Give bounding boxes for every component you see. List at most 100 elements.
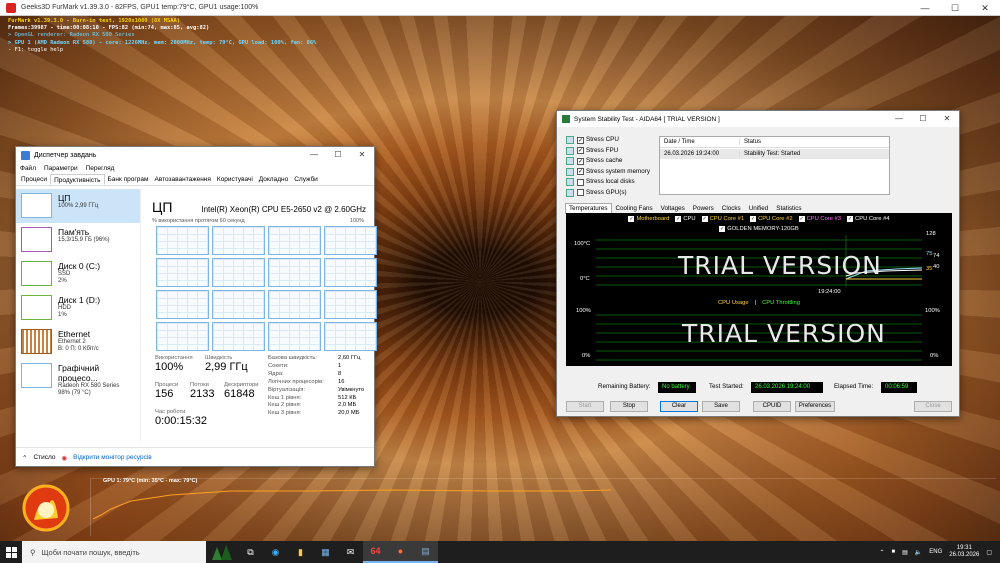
resource-memory[interactable]: Пам'ять 15,3/15,9 ГБ (96%) <box>16 223 140 257</box>
chevron-up-icon[interactable]: ⌃ <box>22 454 27 462</box>
core-graph <box>324 226 377 255</box>
trees-widget-icon[interactable] <box>206 541 238 563</box>
furmark-taskbar-icon[interactable]: ● <box>388 541 413 563</box>
tab-startup[interactable]: Автозавантаження <box>151 174 213 185</box>
resource-sub: 100% 2,99 ГГц <box>58 203 99 209</box>
stress-fpu-checkbox[interactable]: ✓ <box>577 147 584 155</box>
start-button[interactable]: Start <box>566 401 604 412</box>
battery-label: Remaining Battery: <box>598 383 651 390</box>
maximize-button[interactable]: ☐ <box>326 147 350 163</box>
close-button[interactable]: ✕ <box>350 147 374 163</box>
resource-ethernet[interactable]: Ethernet Ethernet 2 В: 0 П: 0 Кбіт/с <box>16 325 140 359</box>
minimize-button[interactable]: — <box>302 147 326 163</box>
minimize-button[interactable]: — <box>887 111 911 127</box>
menu-file[interactable]: Файл <box>20 165 36 172</box>
task-view-icon[interactable]: ⧉ <box>238 541 263 563</box>
notification-icon[interactable]: ▢ <box>986 549 992 556</box>
close-button[interactable]: ✕ <box>970 0 1000 16</box>
core-graph <box>156 290 209 319</box>
menu-options[interactable]: Параметри <box>44 165 78 172</box>
tab-performance[interactable]: Продуктивність <box>50 174 105 185</box>
store-icon[interactable]: ▦ <box>313 541 338 563</box>
prop-key: Кеш 3 рівня: <box>268 410 302 417</box>
tm-resource-list: ЦП 100% 2,99 ГГц Пам'ять 15,3/15,9 ГБ (96%… <box>16 189 141 441</box>
resource-name: Диск 0 (C:) <box>58 261 101 271</box>
right-75-label: 75 <box>926 251 933 257</box>
minimize-button[interactable]: — <box>910 0 940 16</box>
furmark-temp-graph: GPU 1: 79°C (min: 35°C - max: 79°C) <box>90 478 996 536</box>
close-dialog-button[interactable]: Close <box>914 401 952 412</box>
stat-speed: 2,99 ГГц <box>205 361 248 373</box>
preferences-button[interactable]: Preferences <box>795 401 835 412</box>
maximize-button[interactable]: ☐ <box>911 111 935 127</box>
maximize-button[interactable]: ☐ <box>940 0 970 16</box>
network-icon[interactable]: ▤ <box>902 549 908 556</box>
aida64-taskbar-icon[interactable]: 64 <box>363 541 388 563</box>
task-manager-window: Диспетчер завдань — ☐ ✕ Файл Параметри П… <box>15 146 377 467</box>
taskbar: ⚲ Щоби почати пошук, введіть ⧉ ◉ ▮ ▦ ✉ 6… <box>0 541 1000 563</box>
edge-icon[interactable]: ◉ <box>263 541 288 563</box>
resource-sub: HDD <box>58 305 71 311</box>
cpu-usage-chart: CPU Usage | CPU Throttling TRIAL VERSION… <box>566 297 952 366</box>
stress-gpu-checkbox[interactable] <box>577 189 584 197</box>
amd-icon[interactable]: ■ <box>892 549 896 555</box>
stress-memory-checkbox[interactable]: ✓ <box>577 168 584 176</box>
overlay-line: - F1: toggle help <box>8 46 64 53</box>
start-button[interactable] <box>0 541 22 563</box>
stop-button[interactable]: Stop <box>610 401 648 412</box>
resource-cpu[interactable]: ЦП 100% 2,99 ГГц <box>16 189 140 223</box>
menu-view[interactable]: Перегляд <box>86 165 115 172</box>
volume-icon[interactable]: 🔈 <box>915 549 922 556</box>
fpu-icon <box>566 146 574 155</box>
y-max-label: 100°C <box>574 241 591 247</box>
tab-app-history[interactable]: Банк програм <box>105 174 152 185</box>
right-74-label: 74 <box>933 253 940 259</box>
open-resource-monitor-link[interactable]: Відкрити монітор ресурсів <box>73 454 152 461</box>
clear-button[interactable]: Clear <box>660 401 698 412</box>
cell-status: Stability Test: Started <box>744 151 801 157</box>
resource-sub: 2% <box>58 278 67 284</box>
clock[interactable]: 19:31 26.03.2026 <box>949 545 979 559</box>
clock-time: 19:31 <box>956 545 972 551</box>
resource-gpu[interactable]: Графічний процесо... Radeon RX 580 Series… <box>16 359 140 396</box>
table-row[interactable]: 26.03.2026 19:24:00 Stability Test: Start… <box>660 149 889 159</box>
col-header-status: Status <box>744 139 762 145</box>
save-button[interactable]: Save <box>702 401 740 412</box>
aida-titlebar[interactable]: System Stability Test - AIDA64 [ TRIAL V… <box>557 111 959 127</box>
cache-icon <box>566 157 574 166</box>
file-explorer-icon[interactable]: ▮ <box>288 541 313 563</box>
resource-disk0[interactable]: Диск 0 (C:) SSD 2% <box>16 257 140 291</box>
taskmgr-icon <box>21 150 30 160</box>
core-graph <box>212 322 265 351</box>
tab-details[interactable]: Докладно <box>256 174 291 185</box>
disk-thumbnail <box>21 261 52 286</box>
resource-sub: SSD <box>58 271 71 277</box>
language-indicator[interactable]: ENG <box>929 549 942 555</box>
aida-title: System Stability Test - AIDA64 [ TRIAL V… <box>574 115 720 123</box>
stat-threads: 2133 <box>190 388 215 400</box>
stress-cpu-checkbox[interactable]: ✓ <box>577 136 584 144</box>
chevron-up-icon[interactable]: ⌃ <box>879 549 884 556</box>
tab-services[interactable]: Служби <box>291 174 321 185</box>
stress-disks-checkbox[interactable] <box>577 178 584 186</box>
resource-sub: 98% (79 °C) <box>58 390 91 396</box>
fewer-details-button[interactable]: Стисло <box>33 454 55 461</box>
windows-icon <box>5 546 17 558</box>
close-button[interactable]: ✕ <box>935 111 959 127</box>
core-graph <box>212 226 265 255</box>
stress-cache-checkbox[interactable]: ✓ <box>577 157 584 165</box>
tm-titlebar[interactable]: Диспетчер завдань — ☐ ✕ <box>16 147 374 163</box>
core-graph <box>324 290 377 319</box>
cpuid-button[interactable]: CPUID <box>753 401 791 412</box>
furmark-titlebar[interactable]: Geeks3D FurMark v1.39.3.0 - 82FPS, GPU1 … <box>0 0 1000 16</box>
taskmgr-taskbar-icon[interactable]: ▤ <box>413 541 438 563</box>
resource-sub: Radeon RX 580 Series <box>58 383 120 389</box>
stat-usage: 100% <box>155 361 184 373</box>
tab-processes[interactable]: Процеси <box>18 174 50 185</box>
stress-options: ✓ Stress CPU ✓ Stress FPU ✓ Stress cache ✓ S… <box>566 135 650 198</box>
mail-icon[interactable]: ✉ <box>338 541 363 563</box>
tab-users[interactable]: Користувачі <box>214 174 256 185</box>
taskbar-search[interactable]: ⚲ Щоби почати пошук, введіть <box>22 541 206 563</box>
resource-disk1[interactable]: Диск 1 (D:) HDD 1% <box>16 291 140 325</box>
clock-date: 26.03.2026 <box>949 552 980 558</box>
